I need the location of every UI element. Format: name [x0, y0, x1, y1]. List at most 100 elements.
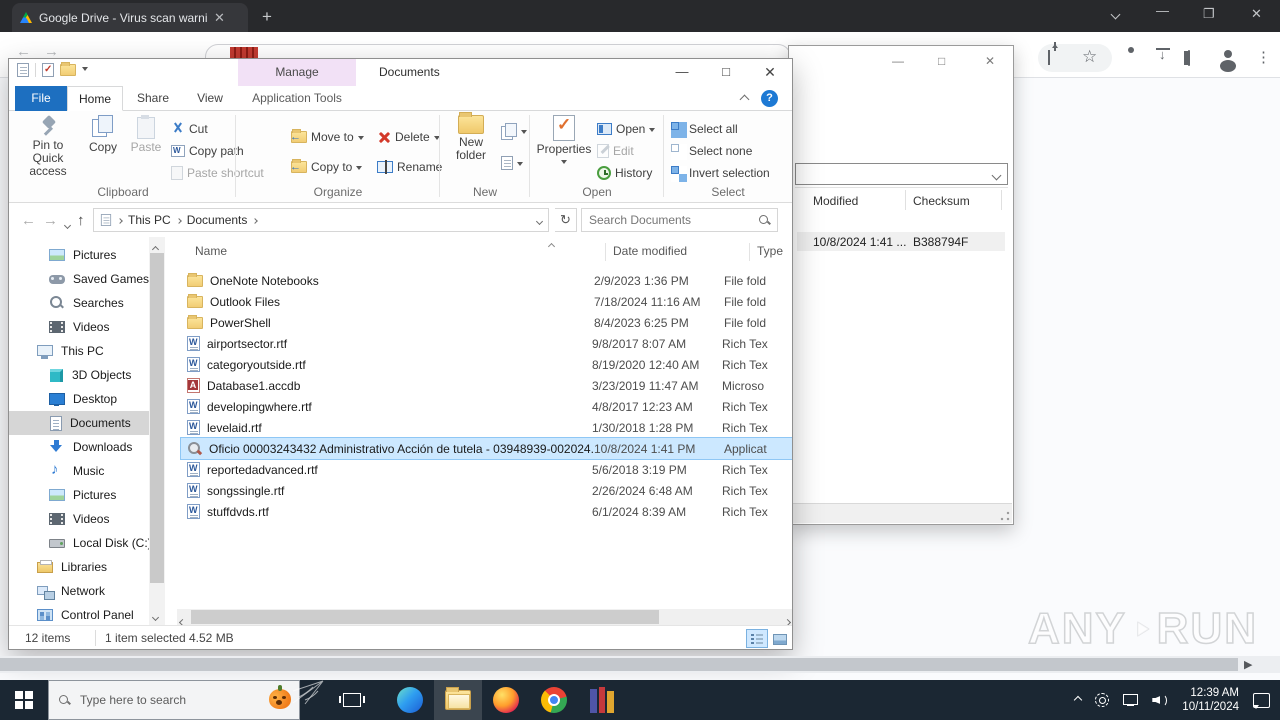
menu-kebab-icon[interactable]: ⋮ [1256, 48, 1271, 66]
manage-contextual-group[interactable]: Manage [238, 59, 356, 86]
tab-view[interactable]: View [183, 86, 237, 111]
sidebar-scrollbar[interactable] [149, 237, 165, 625]
sidebar-item-pictures[interactable]: Pictures [49, 243, 189, 267]
tab-search-chevron-icon[interactable] [1110, 6, 1121, 21]
sidebar-item-saved-games[interactable]: Saved Games [49, 267, 189, 291]
file-list-hscrollbar[interactable] [177, 609, 792, 627]
file-row[interactable]: airportsector.rtf9/8/2017 8:07 AMRich Te… [181, 333, 792, 354]
ck-col-checksum[interactable]: Checksum [913, 194, 970, 208]
sidebar-item-videos[interactable]: Videos [49, 315, 189, 339]
recent-locations-chevron-icon[interactable] [63, 217, 72, 231]
column-name[interactable]: Name [195, 244, 227, 258]
speaker-icon[interactable] [1152, 693, 1168, 707]
ck-row[interactable]: 10/8/2024 1:41 ... B388794F [797, 232, 1005, 251]
share-icon[interactable] [1048, 50, 1050, 65]
sidebar-item-3d-objects[interactable]: 3D Objects [49, 363, 189, 387]
tab-close-icon[interactable]: ✕ [214, 10, 225, 26]
page-hscrollbar[interactable]: ▶ [0, 656, 1280, 673]
tray-chevron-icon[interactable] [1074, 695, 1083, 705]
sidebar-item-videos-2[interactable]: Videos [49, 507, 189, 531]
ck-close-icon[interactable]: ✕ [985, 54, 995, 68]
hscroll-thumb[interactable] [191, 610, 659, 624]
recorder-icon[interactable] [1095, 693, 1110, 707]
ribbon-collapse-chevron-icon[interactable] [739, 92, 750, 106]
taskbar-winrar[interactable] [578, 680, 626, 720]
checksum-window[interactable]: — □ ✕ Modified Checksum 10/8/2024 1:41 .… [788, 45, 1014, 525]
task-view-button[interactable] [328, 680, 376, 720]
file-row[interactable]: Database1.accdb3/23/2019 11:47 AMMicroso [181, 375, 792, 396]
select-none-button[interactable]: Select none [671, 141, 752, 161]
search-input[interactable]: Search Documents [581, 208, 778, 232]
pin-to-quick-access-button[interactable]: Pin to Quick access [17, 115, 79, 178]
paste-shortcut-button[interactable]: Paste shortcut [171, 163, 264, 183]
sidebar-item-music[interactable]: Music [49, 459, 189, 483]
details-view-button[interactable] [746, 629, 768, 648]
file-row[interactable]: stuffdvds.rtf6/1/2024 8:39 AMRich Tex [181, 501, 792, 522]
file-row[interactable]: Outlook Files 7/18/2024 11:16 AM File fold [181, 291, 792, 312]
edit-button[interactable]: Edit [597, 141, 634, 161]
explorer-up-icon[interactable]: ↑ [77, 212, 85, 229]
explorer-minimize-icon[interactable]: — [660, 59, 704, 86]
browser-tab[interactable]: Google Drive - Virus scan warnin ✕ [12, 3, 248, 32]
file-row[interactable]: reportedadvanced.rtf5/6/2018 3:19 PMRich… [181, 459, 792, 480]
cut-button[interactable]: Cut [171, 119, 208, 139]
select-all-button[interactable]: Select all [671, 119, 738, 139]
sidebar-item-documents[interactable]: Documents [9, 411, 149, 435]
split-screen-icon[interactable] [1188, 50, 1190, 66]
sidebar-item-desktop[interactable]: Desktop [49, 387, 189, 411]
ck-minimize-icon[interactable]: — [892, 54, 904, 68]
file-row[interactable]: OneNote Notebooks 2/9/2023 1:36 PM File fo… [181, 270, 792, 291]
column-type[interactable]: Type [757, 244, 783, 258]
qat-customize-chevron-icon[interactable] [82, 66, 88, 74]
file-explorer-window[interactable]: Manage Documents — □ ✕ File Home Share V… [8, 58, 793, 650]
explorer-close-icon[interactable]: ✕ [748, 59, 792, 86]
file-row[interactable]: levelaid.rtf1/30/2018 1:28 PMRich Tex [181, 417, 792, 438]
scroll-down-icon[interactable] [151, 609, 160, 623]
large-icons-view-button[interactable] [769, 629, 791, 648]
ck-combobox[interactable] [795, 163, 1008, 185]
taskbar-clock[interactable]: 12:39 AM 10/11/2024 [1182, 686, 1239, 714]
explorer-titlebar[interactable]: Manage Documents — □ ✕ [9, 59, 792, 86]
notification-icon[interactable] [1253, 692, 1270, 709]
breadcrumb-this-pc[interactable]: This PC [128, 213, 171, 227]
sidebar-item-downloads[interactable]: Downloads [49, 435, 189, 459]
explorer-back-icon[interactable]: ← [21, 212, 36, 229]
open-button[interactable]: Open [597, 119, 656, 139]
breadcrumb-documents[interactable]: Documents [187, 213, 248, 227]
easy-access-button[interactable] [501, 153, 523, 173]
column-date-modified[interactable]: Date modified [613, 244, 687, 258]
taskbar-edge[interactable] [386, 680, 434, 720]
file-row[interactable]: songssingle.rtf2/26/2024 6:48 AMRich Tex [181, 480, 792, 501]
rename-button[interactable]: Rename [377, 157, 442, 177]
file-row[interactable]: categoryoutside.rtf8/19/2020 12:40 AMRic… [181, 354, 792, 375]
help-icon[interactable]: ? [761, 90, 778, 107]
tab-home[interactable]: Home [67, 86, 123, 111]
qat-folder-icon[interactable] [60, 62, 76, 76]
invert-selection-button[interactable]: Invert selection [671, 163, 770, 183]
sidebar-item-local-disk-c[interactable]: Local Disk (C:) [49, 531, 189, 555]
address-dropdown-chevron-icon[interactable] [535, 213, 544, 227]
browser-close-icon[interactable]: ✕ [1251, 6, 1262, 22]
new-folder-button[interactable]: New folder [447, 112, 495, 162]
page-scroll-right-icon[interactable]: ▶ [1244, 658, 1252, 671]
tab-file[interactable]: File [15, 86, 67, 111]
file-row[interactable]: developingwhere.rtf4/8/2017 12:23 AMRich… [181, 396, 792, 417]
qat-checkmark-doc-icon[interactable] [42, 63, 54, 77]
copy-to-button[interactable]: Copy to [290, 157, 363, 177]
taskbar-firefox[interactable] [482, 680, 530, 720]
move-to-button[interactable]: Move to [290, 127, 364, 147]
sidebar-scroll-thumb[interactable] [150, 253, 164, 583]
new-item-button[interactable] [501, 121, 527, 141]
explorer-maximize-icon[interactable]: □ [704, 59, 748, 86]
address-bar[interactable]: This PC Documents [93, 208, 549, 232]
explorer-forward-icon[interactable]: → [43, 212, 58, 229]
browser-minimize-icon[interactable]: — [1156, 3, 1169, 18]
refresh-icon[interactable]: ↻ [555, 208, 577, 232]
sidebar-item-pictures-2[interactable]: Pictures [49, 483, 189, 507]
ck-maximize-icon[interactable]: □ [938, 54, 945, 68]
properties-button[interactable]: Properties [537, 115, 591, 170]
tab-share[interactable]: Share [125, 86, 181, 111]
bookmark-star-icon[interactable]: ☆ [1082, 47, 1097, 67]
delete-button[interactable]: Delete [377, 127, 440, 147]
file-row[interactable]: PowerShell 8/4/2023 6:25 PM File fold [181, 312, 792, 333]
